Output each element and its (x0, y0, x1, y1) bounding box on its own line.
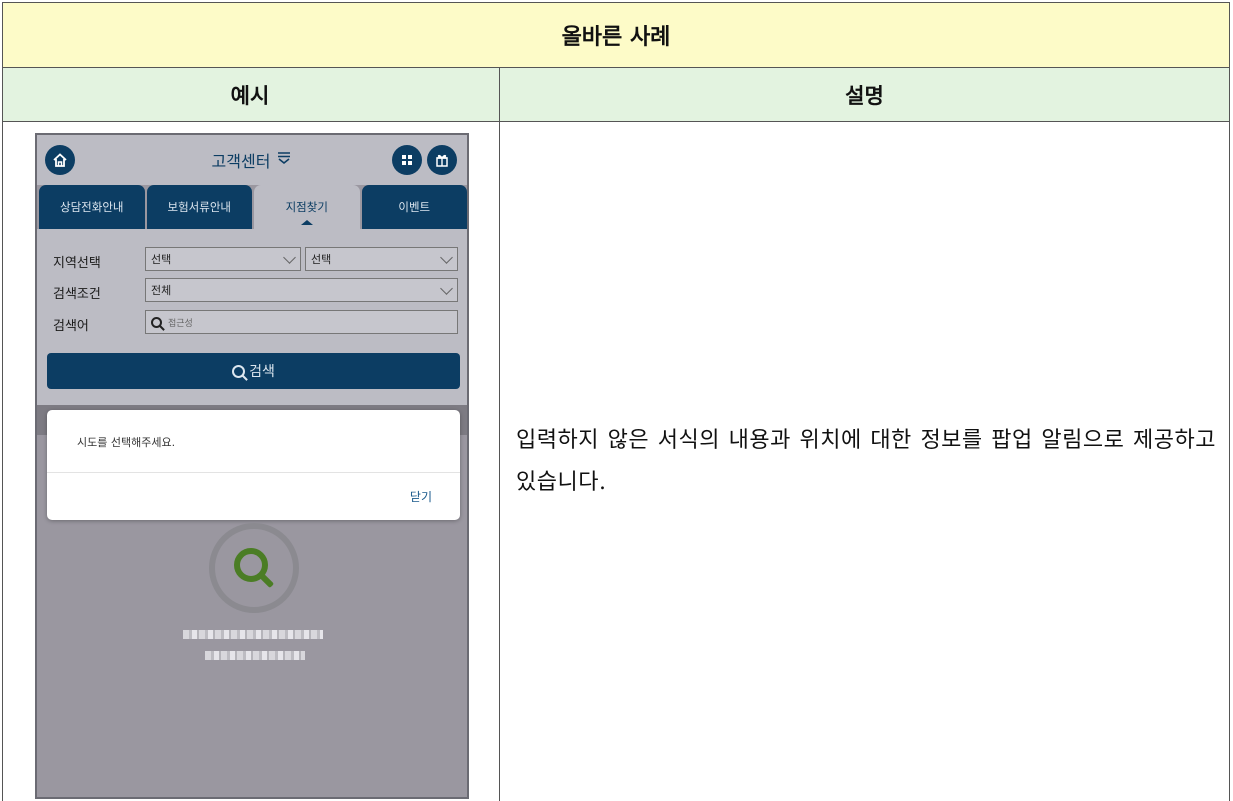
chevron-down-icon (440, 282, 453, 295)
tab-event[interactable]: 이벤트 (361, 185, 467, 229)
description-text: 입력하지 않은 서식의 내용과 위치에 대한 정보를 팝업 알림으로 제공하고 … (516, 428, 1216, 495)
column-header-description: 설명 (845, 83, 884, 108)
mobile-screenshot: 고객센터 상담전화안내 보험서류안내 지점찾기 이벤트 지역선택 선택 선택 검… (35, 133, 469, 799)
dialog-message: 시도를 선택해주세요. (77, 436, 176, 449)
tab-find-branch[interactable]: 지점찾기 (254, 185, 360, 229)
mobile-header: 고객센터 (37, 135, 467, 185)
search-icon (232, 364, 246, 378)
region-select-province-value: 선택 (151, 253, 172, 266)
dialog-divider (47, 472, 460, 473)
condition-label: 검색조건 (53, 287, 101, 302)
region-label: 지역선택 (53, 256, 101, 271)
grid-menu-icon[interactable] (392, 145, 422, 175)
table-header-row: 예시 설명 (3, 68, 1229, 122)
blurred-text-line-2 (205, 651, 305, 660)
blurred-text-line-1 (183, 630, 323, 639)
header-title-text: 고객센터 (211, 152, 271, 171)
gift-icon[interactable] (427, 145, 457, 175)
alert-dialog: 시도를 선택해주세요. 닫기 (47, 410, 460, 520)
region-select-city[interactable]: 선택 (305, 247, 458, 271)
tab-consultation[interactable]: 상담전화안내 (39, 185, 145, 229)
dropdown-menu-icon (276, 151, 292, 169)
search-button-label: 검색 (249, 364, 275, 380)
tab-insurance-documents[interactable]: 보험서류안내 (146, 185, 252, 229)
keyword-label: 검색어 (53, 319, 89, 334)
keyword-input[interactable]: 접근성 (145, 310, 458, 334)
region-select-province[interactable]: 선택 (145, 247, 301, 271)
empty-result-search-icon (209, 523, 299, 613)
region-select-city-value: 선택 (311, 253, 332, 266)
condition-select[interactable]: 전체 (145, 278, 458, 302)
table-title: 올바른 사례 (3, 2, 1229, 68)
keyword-placeholder: 접근성 (168, 318, 193, 329)
column-header-example: 예시 (230, 83, 270, 108)
chevron-down-icon (283, 251, 296, 264)
search-button[interactable]: 검색 (47, 353, 460, 389)
condition-select-value: 전체 (151, 284, 172, 297)
column-divider (499, 68, 500, 801)
mobile-tabs: 상담전화안내 보험서류안내 지점찾기 이벤트 (39, 185, 467, 229)
dialog-close-button[interactable]: 닫기 (410, 488, 432, 505)
chevron-down-icon (440, 251, 453, 264)
search-icon (151, 316, 162, 328)
